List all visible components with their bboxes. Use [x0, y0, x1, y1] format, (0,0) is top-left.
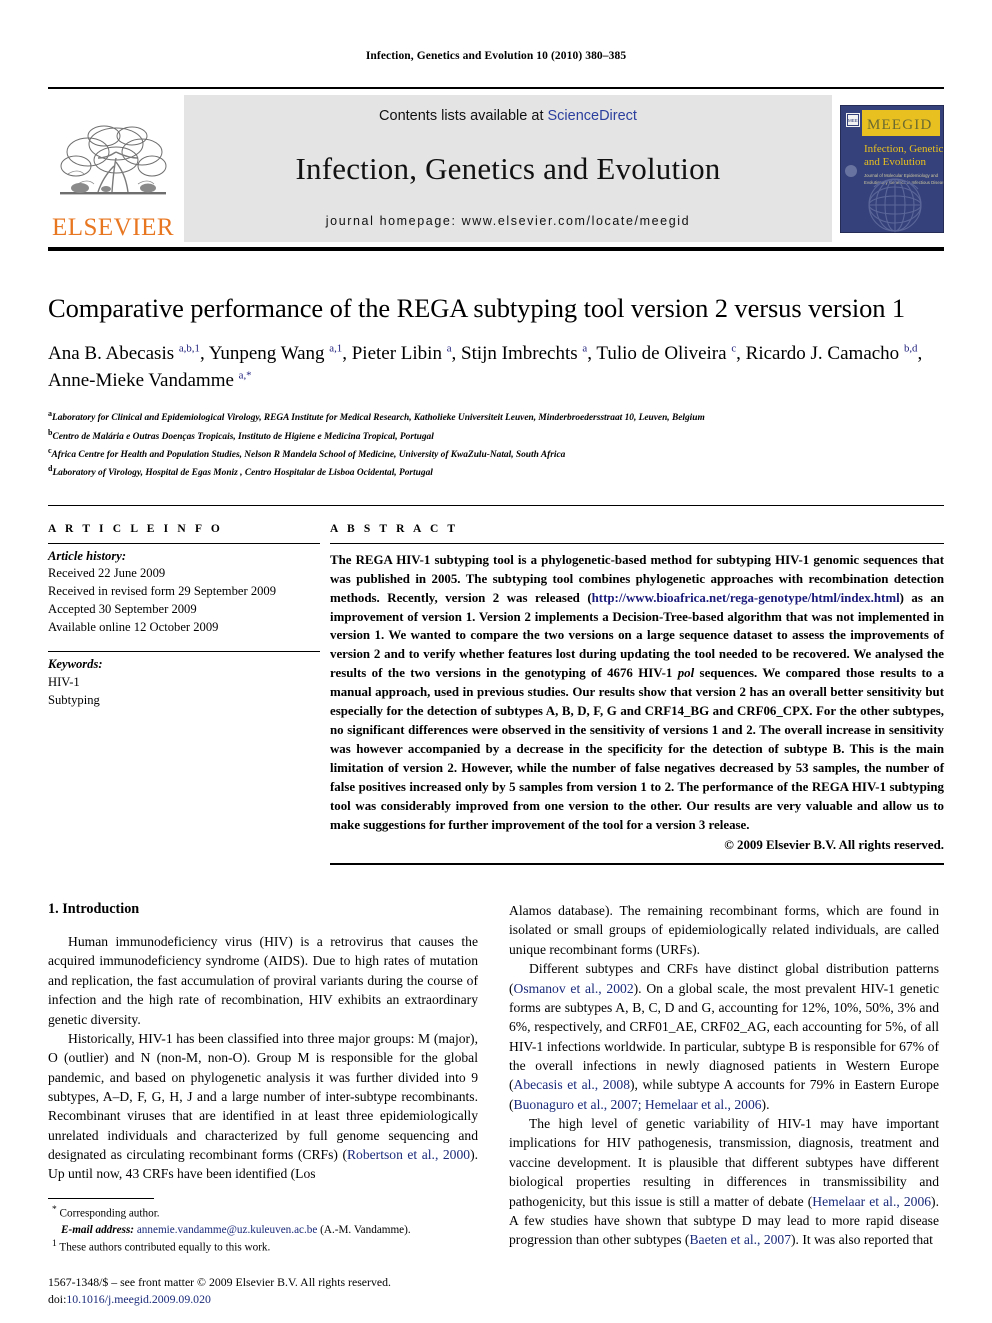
- article-history-label: Article history:: [48, 548, 127, 563]
- paragraph: Different subtypes and CRFs have distinc…: [509, 959, 939, 1114]
- history-item: Received 22 June 2009: [48, 566, 166, 581]
- cover-image: MEEGID MEE Infection, Genetics and Evolu…: [840, 104, 944, 233]
- paragraph: Historically, HIV-1 has been classified …: [48, 1029, 478, 1184]
- keyword-item: HIV-1: [48, 674, 80, 689]
- affiliation-list: aLaboratory for Clinical and Epidemiolog…: [48, 408, 944, 481]
- history-item: Available online 12 October 2009: [48, 620, 219, 635]
- journal-banner: Contents lists available at ScienceDirec…: [184, 95, 832, 242]
- affiliation-text: Laboratory of Virology, Hospital de Egas…: [52, 468, 433, 479]
- keywords-block: Keywords: HIV-1 Subtyping: [48, 650, 320, 710]
- abstract-text: The REGA HIV-1 subtyping tool is a phylo…: [330, 544, 944, 836]
- journal-cover-thumbnail: MEEGID MEE Infection, Genetics and Evolu…: [840, 95, 944, 242]
- svg-text:MEE: MEE: [848, 118, 858, 123]
- footnote-divider: [48, 1197, 154, 1199]
- elsevier-wordmark: ELSEVIER: [51, 214, 175, 241]
- history-item: Received in revised form 29 September 20…: [48, 584, 277, 599]
- page-title: Comparative performance of the REGA subt…: [48, 293, 906, 323]
- elsevier-logo: ELSEVIER: [48, 95, 178, 242]
- article-page: Infection, Genetics and Evolution 10 (20…: [0, 0, 992, 1323]
- article-info-label: A R T I C L E I N F O: [48, 522, 223, 535]
- doi-line: doi:10.1016/j.meegid.2009.09.020: [48, 1291, 478, 1308]
- contents-line-prefix: Contents lists available at: [379, 108, 548, 124]
- affiliation-c: cAfrica Centre for Health and Population…: [48, 445, 944, 463]
- abstract-column: A B S T R A C T The REGA HIV-1 subtyping…: [330, 523, 944, 866]
- svg-text:MEEGID: MEEGID: [867, 117, 933, 133]
- footnote-text: These authors contributed equally to thi…: [59, 1241, 271, 1254]
- affiliation-text: Africa Centre for Health and Population …: [51, 450, 566, 460]
- keywords-label: Keywords:: [48, 656, 103, 671]
- email-owner: (A.-M. Vandamme).: [320, 1223, 411, 1236]
- citation-link[interactable]: Buonaguro et al., 2007; Hemelaar et al.,…: [514, 1097, 762, 1112]
- citation-link[interactable]: Baeten et al., 2007: [689, 1232, 791, 1247]
- paragraph: Human immunodeficiency virus (HIV) is a …: [48, 934, 478, 1027]
- article-history: Article history: Received 22 June 2009 R…: [48, 544, 320, 637]
- abstract-copyright: © 2009 Elsevier B.V. All rights reserved…: [724, 838, 944, 853]
- abstract-italic-term: pol: [677, 666, 695, 681]
- keywords: Keywords: HIV-1 Subtyping: [48, 652, 320, 710]
- elsevier-tree-icon: [60, 125, 167, 195]
- abstract-label: A B S T R A C T: [330, 522, 459, 535]
- affiliation-b: bCentro de Malária e Outras Doenças Trop…: [48, 427, 944, 445]
- paragraph: Alamos database). The remaining recombin…: [509, 903, 939, 957]
- doi-label: doi:: [48, 1291, 67, 1306]
- author-list: Ana B. Abecasis a,b,1, Yunpeng Wang a,1,…: [48, 342, 923, 392]
- citation-link[interactable]: Osmanov et al., 2002: [514, 981, 634, 996]
- journal-masthead: ELSEVIER Contents lists available at Sci…: [48, 87, 944, 251]
- info-abstract-block: A R T I C L E I N F O Article history: R…: [48, 504, 944, 866]
- imprint-line: 1567-1348/$ – see front matter © 2009 El…: [48, 1274, 391, 1289]
- affiliation-text: Laboratory for Clinical and Epidemiologi…: [52, 413, 705, 424]
- section-heading-introduction: 1. Introduction: [48, 901, 140, 918]
- citation-link[interactable]: Robertson et al., 2000: [347, 1147, 470, 1162]
- doi-link[interactable]: 10.1016/j.meegid.2009.09.020: [66, 1292, 211, 1306]
- paragraph-part: ). It was also reported that: [791, 1232, 933, 1248]
- affiliation-a: aLaboratory for Clinical and Epidemiolog…: [48, 408, 944, 426]
- footnotes: * Corresponding author. E-mail address: …: [48, 1204, 478, 1256]
- footnote-text: Corresponding author.: [59, 1207, 160, 1220]
- footnote-email: E-mail address: annemie.vandamme@uz.kule…: [48, 1222, 478, 1238]
- footnote-marker: *: [52, 1204, 57, 1215]
- contents-line: Contents lists available at ScienceDirec…: [379, 108, 637, 124]
- article-info-column: A R T I C L E I N F O Article history: R…: [48, 523, 320, 866]
- divider: [330, 863, 944, 866]
- keyword-item: Subtyping: [48, 692, 100, 707]
- abstract-url-link[interactable]: http://www.bioafrica.net/rega-genotype/h…: [592, 591, 900, 605]
- imprint-block: 1567-1348/$ – see front matter © 2009 El…: [48, 1274, 478, 1308]
- footnote-equal-contribution: 1 These authors contributed equally to t…: [48, 1238, 478, 1256]
- paragraph-part: ). On a global scale, the most prevalent…: [509, 980, 939, 1093]
- footnote-corresponding: * Corresponding author.: [48, 1204, 478, 1222]
- affiliation-d: dLaboratory of Virology, Hospital de Ega…: [48, 463, 944, 481]
- citation-link[interactable]: Abecasis et al., 2008: [514, 1077, 630, 1092]
- svg-text:Infection, Genetics: Infection, Genetics: [864, 143, 944, 155]
- email-label: E-mail address:: [61, 1223, 135, 1236]
- paragraph-part: ).: [761, 1096, 770, 1112]
- email-link[interactable]: annemie.vandamme@uz.kuleuven.ac.be: [137, 1224, 318, 1236]
- affiliation-text: Centro de Malária e Outras Doenças Tropi…: [52, 431, 434, 442]
- body-column-right: Alamos database). The remaining recombin…: [509, 901, 939, 1308]
- history-item: Accepted 30 September 2009: [48, 602, 197, 617]
- svg-text:and Evolution: and Evolution: [864, 156, 927, 168]
- running-head: Infection, Genetics and Evolution 10 (20…: [365, 50, 627, 62]
- sciencedirect-link[interactable]: ScienceDirect: [548, 108, 637, 124]
- svg-text:Journal of Molecular Epidemiol: Journal of Molecular Epidemiology and: [864, 173, 939, 178]
- journal-title: Infection, Genetics and Evolution: [295, 151, 721, 186]
- body-columns: 1. Introduction Human immunodeficiency v…: [48, 901, 944, 1308]
- paragraph-part: Historically, HIV-1 has been classified …: [48, 1030, 478, 1163]
- footnote-marker: 1: [52, 1238, 57, 1249]
- citation-link[interactable]: Hemelaar et al., 2006: [812, 1194, 931, 1209]
- abstract-part-3: sequences. We compared those results to …: [330, 666, 944, 833]
- body-column-left: 1. Introduction Human immunodeficiency v…: [48, 901, 478, 1308]
- paragraph: The high level of genetic variability of…: [509, 1114, 939, 1250]
- journal-homepage[interactable]: journal homepage: www.elsevier.com/locat…: [326, 214, 690, 228]
